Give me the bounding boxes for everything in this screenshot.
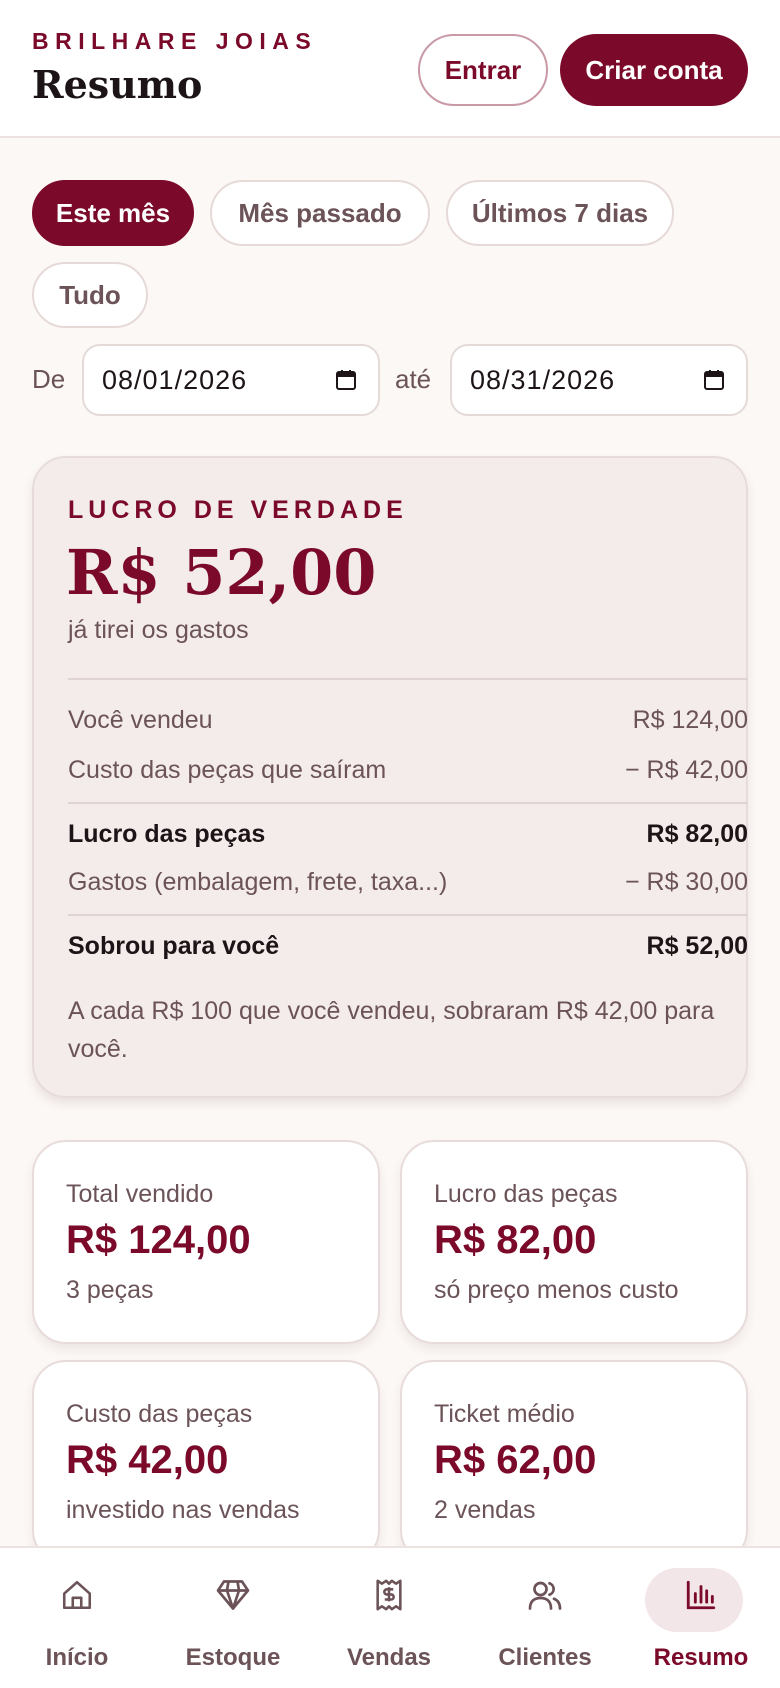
stat-label: Lucro das peças [434,1180,618,1208]
breakdown-row-sold: Você vendeu R$ 124,00 [68,706,748,735]
stat-card-total-sold: Total vendido R$ 124,00 3 peças [32,1140,380,1344]
divider [68,914,748,916]
stat-label: Total vendido [66,1180,214,1208]
chip-this-month[interactable]: Este mês [32,180,194,246]
divider [68,802,748,804]
nav-label: Clientes [498,1644,592,1671]
nav-item-inicio[interactable]: Início [12,1562,142,1682]
row-value: − R$ 42,00 [624,756,748,784]
date-from-input[interactable]: 08/01/2026 [82,344,380,416]
stat-sub: 3 peças [66,1276,154,1304]
breakdown-row-cost: Custo das peças que saíram − R$ 42,00 [68,756,748,785]
signup-button[interactable]: Criar conta [560,34,748,106]
calendar-icon[interactable] [334,368,358,399]
chip-last-month[interactable]: Mês passado [210,180,430,246]
stat-sub: só preço menos custo [434,1276,679,1304]
home-icon [52,1570,102,1620]
row-value: R$ 82,00 [646,820,748,848]
diamond-icon [208,1570,258,1620]
login-button[interactable]: Entrar [418,34,548,106]
true-profit-card: LUCRO DE VERDADE R$ 52,00 já tirei os ga… [32,456,748,1098]
profit-note: A cada R$ 100 que você vendeu, sobraram … [68,997,715,1063]
nav-item-estoque[interactable]: Estoque [168,1562,298,1682]
stat-card-average-ticket: Ticket médio R$ 62,00 2 vendas [400,1360,748,1564]
row-label: Você vendeu [68,706,213,734]
row-label: Sobrou para você [68,932,280,960]
nav-label: Resumo [653,1644,749,1671]
stat-value: R$ 124,00 [66,1218,251,1262]
app-header: BRILHARE JOIAS Resumo Entrar Criar conta [0,0,780,138]
stat-card-piece-profit: Lucro das peças R$ 82,00 só preço menos … [400,1140,748,1344]
divider [68,678,748,680]
chip-all[interactable]: Tudo [32,262,148,328]
bottom-nav: Início Estoque Vendas Clientes Resumo [0,1546,780,1688]
breakdown-row-piece-profit: Lucro das peças R$ 82,00 [68,820,748,849]
users-icon [520,1570,570,1620]
stat-sub: investido nas vendas [66,1496,300,1524]
breakdown-row-remaining: Sobrou para você R$ 52,00 [68,932,748,961]
row-value: R$ 124,00 [632,706,748,734]
receipt-icon [364,1570,414,1620]
breakdown-row-expenses: Gastos (embalagem, frete, taxa...) − R$ … [68,868,748,897]
row-value: − R$ 30,00 [624,868,748,896]
stat-label: Ticket médio [434,1400,575,1428]
nav-item-resumo[interactable]: Resumo [636,1562,766,1682]
stat-value: R$ 42,00 [66,1438,229,1482]
chip-last-7-days[interactable]: Últimos 7 dias [446,180,674,246]
date-to-label: até [395,364,432,394]
stat-card-piece-cost: Custo das peças R$ 42,00 investido nas v… [32,1360,380,1564]
stat-sub: 2 vendas [434,1496,536,1524]
page-title: Resumo [32,62,203,107]
date-from-label: De [32,364,66,394]
date-from-value: 08/01/2026 [102,364,248,395]
nav-label: Início [45,1644,109,1671]
stat-value: R$ 62,00 [434,1438,597,1482]
stat-label: Custo das peças [66,1400,253,1428]
row-label: Custo das peças que saíram [68,756,387,784]
profit-card-label: LUCRO DE VERDADE [68,496,408,524]
brand-name: BRILHARE JOIAS [32,28,318,54]
nav-item-clientes[interactable]: Clientes [480,1562,610,1682]
nav-label: Estoque [185,1644,281,1671]
bar-chart-icon [676,1570,726,1620]
stat-value: R$ 82,00 [434,1218,597,1262]
date-to-value: 08/31/2026 [470,364,616,395]
nav-item-vendas[interactable]: Vendas [324,1562,454,1682]
date-to-input[interactable]: 08/31/2026 [450,344,748,416]
row-label: Gastos (embalagem, frete, taxa...) [68,868,448,896]
profit-card-value: R$ 52,00 [66,536,377,609]
nav-label: Vendas [346,1644,432,1671]
calendar-icon[interactable] [702,368,726,399]
row-value: R$ 52,00 [646,932,748,960]
profit-card-subtitle: já tirei os gastos [68,616,249,644]
row-label: Lucro das peças [68,820,266,848]
